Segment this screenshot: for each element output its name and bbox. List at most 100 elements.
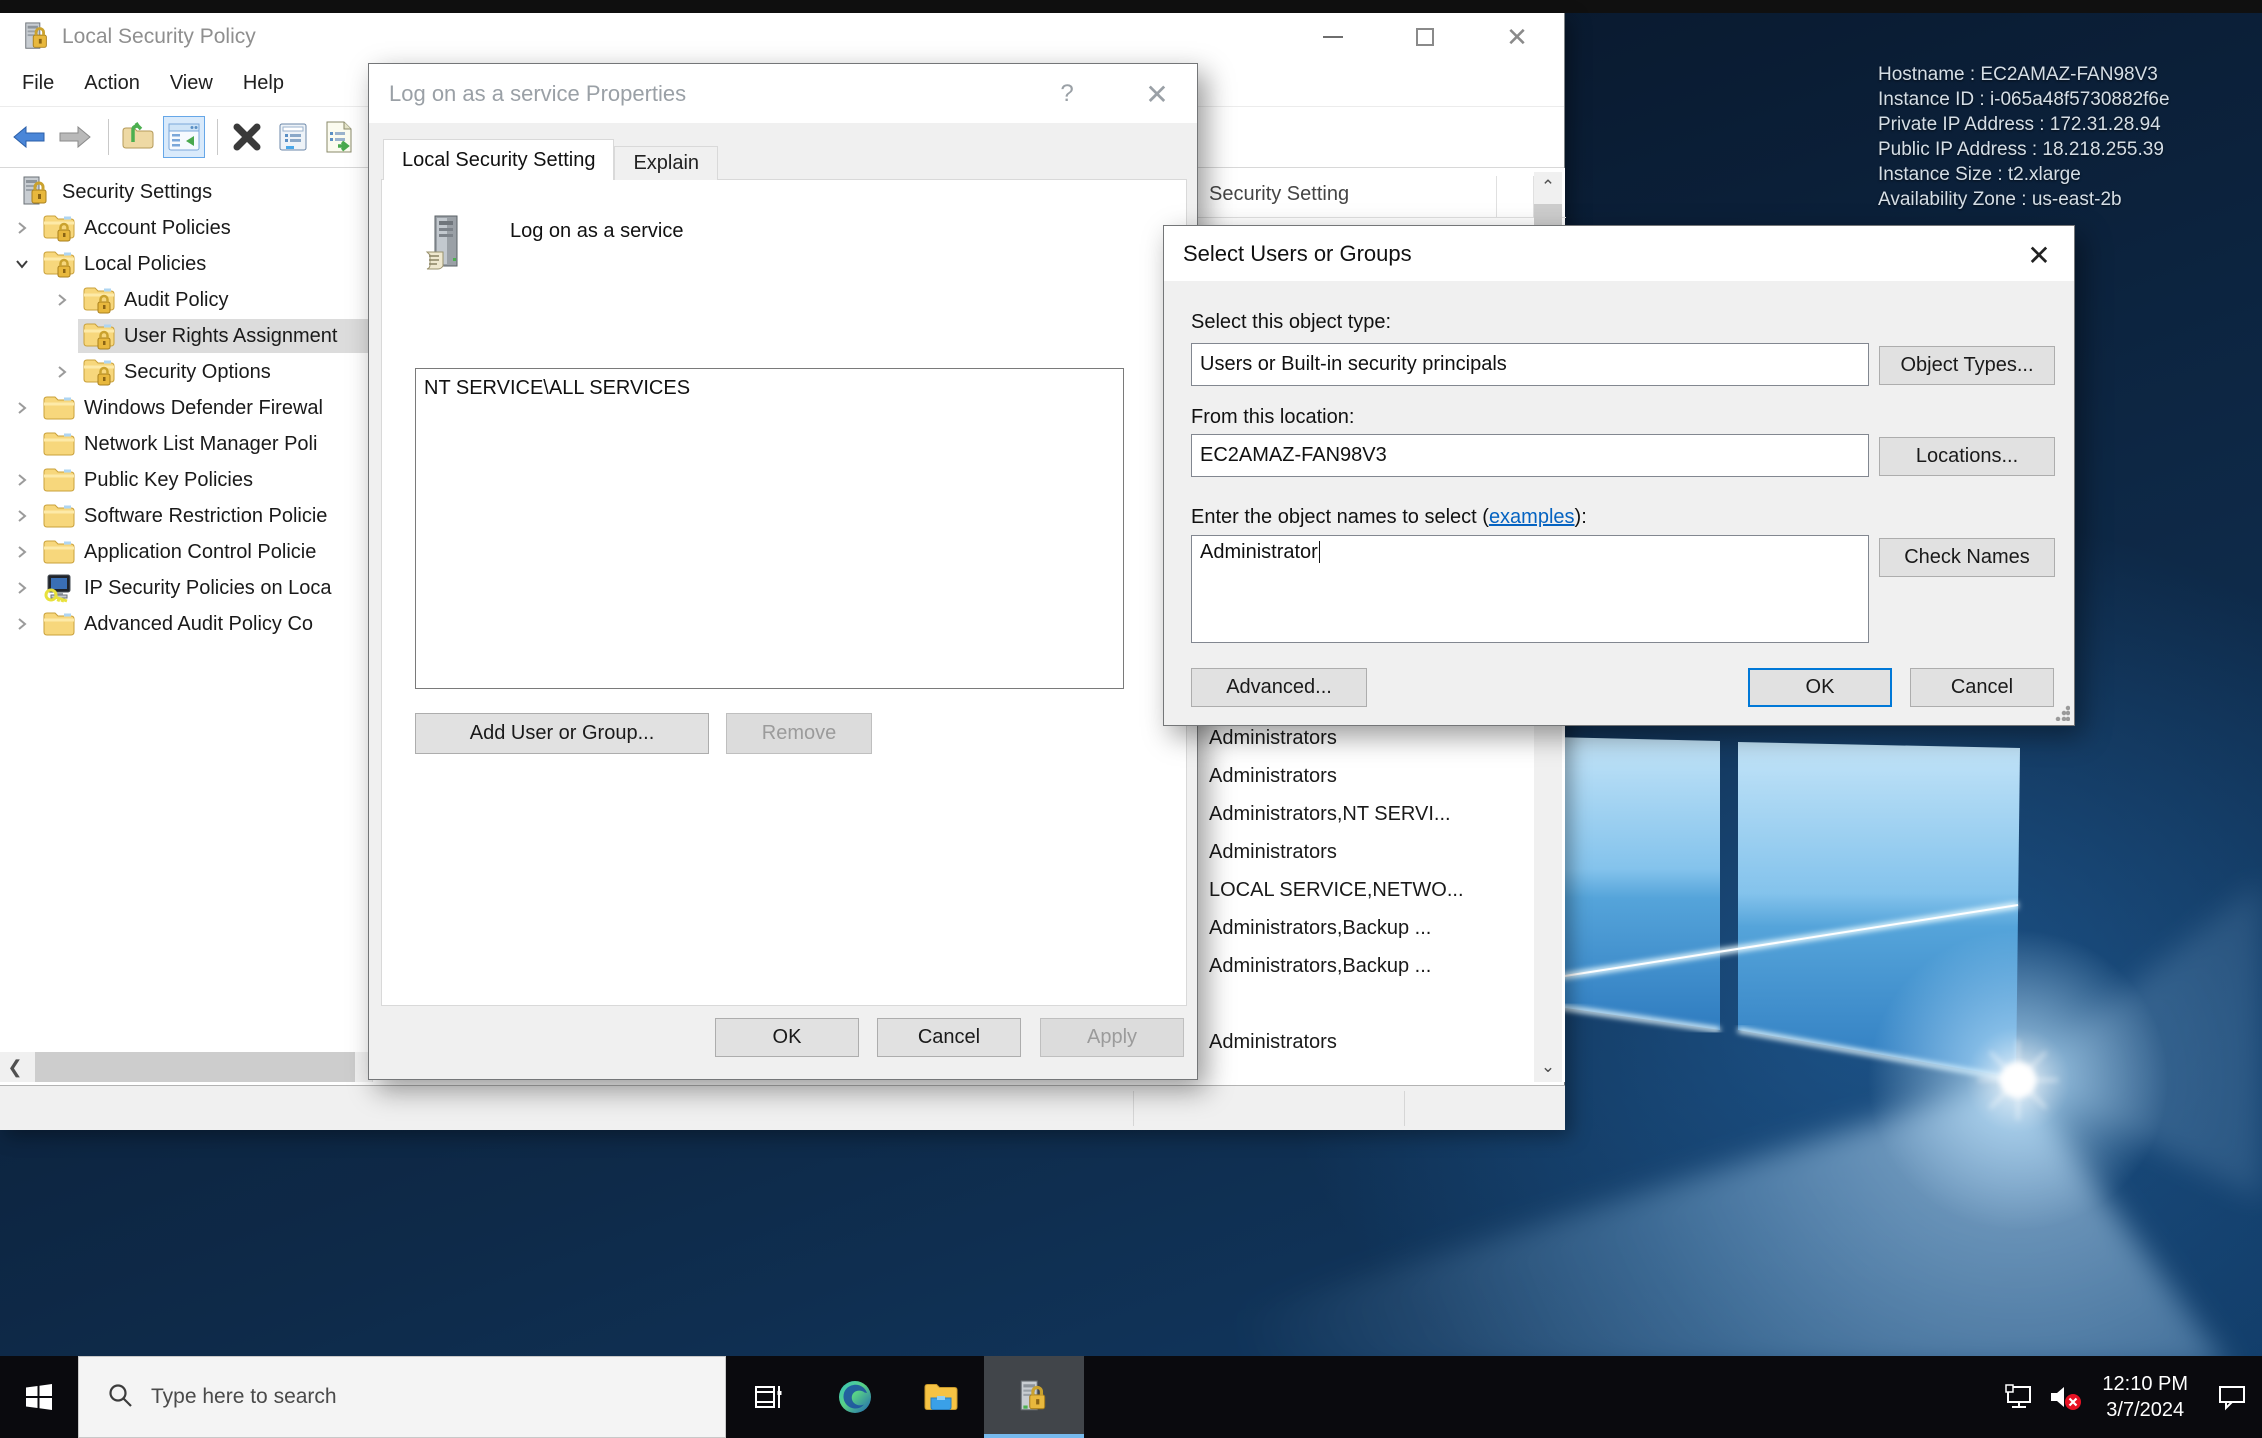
location-field[interactable]: EC2AMAZ-FAN98V3 (1191, 434, 1869, 477)
list-item[interactable]: LOCAL SERVICE,NETWO... (1209, 871, 1529, 909)
list-item[interactable] (1209, 985, 1529, 1023)
object-type-field[interactable]: Users or Built-in security principals (1191, 343, 1869, 386)
chevron-down-icon[interactable] (14, 256, 30, 272)
chevron-right-icon[interactable] (14, 544, 30, 560)
column-header-security-setting[interactable]: Security Setting (1209, 183, 1349, 206)
menu-help[interactable]: Help (243, 72, 284, 95)
taskbar: 12:10 PM3/7/2024 (0, 1356, 2262, 1438)
tree-item-security-settings[interactable]: Security Settings (0, 174, 372, 210)
policy-name-label: Log on as a service (510, 220, 683, 243)
tab-explain[interactable]: Explain (614, 146, 718, 180)
chevron-right-icon[interactable] (14, 580, 30, 596)
check-names-button[interactable]: Check Names (1879, 538, 2055, 577)
list-item[interactable]: Administrators,Backup ... (1209, 947, 1529, 985)
main-titlebar[interactable]: Local Security Policy ✕ (0, 13, 1564, 60)
select-ok-button[interactable]: OK (1748, 668, 1892, 707)
scroll-left-icon[interactable]: ❮ (0, 1052, 30, 1082)
menu-action[interactable]: Action (84, 72, 140, 95)
props-dialog-titlebar[interactable]: Log on as a service Properties ? ✕ (369, 64, 1197, 123)
menu-view[interactable]: View (170, 72, 213, 95)
back-arrow-icon[interactable] (8, 116, 50, 158)
listbox-item[interactable]: NT SERVICE\ALL SERVICES (416, 369, 1123, 400)
locations-button[interactable]: Locations... (1879, 437, 2055, 476)
chevron-right-icon[interactable] (54, 364, 70, 380)
edge-taskbar-button[interactable] (812, 1356, 898, 1438)
export-list-icon[interactable] (318, 116, 360, 158)
resize-grip[interactable] (2054, 705, 2070, 721)
tree-item-user-rights-assignment[interactable]: User Rights Assignment (0, 318, 372, 354)
props-apply-button[interactable]: Apply (1040, 1018, 1184, 1057)
maximize-button[interactable] (1392, 13, 1458, 60)
delete-x-icon[interactable] (226, 116, 268, 158)
scroll-up-icon[interactable]: ⌃ (1534, 172, 1562, 202)
export-folder-icon[interactable] (117, 116, 159, 158)
chevron-right-icon[interactable] (54, 292, 70, 308)
remove-button[interactable]: Remove (726, 713, 872, 754)
search-input[interactable] (151, 1385, 571, 1409)
clock-date: 3/7/2024 (2102, 1397, 2188, 1423)
tree-item-security-options[interactable]: Security Options (0, 354, 372, 390)
forward-arrow-icon[interactable] (54, 116, 96, 158)
scroll-down-icon[interactable]: ⌄ (1534, 1052, 1562, 1082)
list-item[interactable]: Administrators,NT SERVI... (1209, 795, 1529, 833)
window-title: Local Security Policy (62, 25, 256, 49)
tree-item-windows-defender-firewal[interactable]: Windows Defender Firewal (0, 390, 372, 426)
chevron-right-icon[interactable] (14, 508, 30, 524)
folder-lock-icon (82, 321, 116, 351)
scrollbar-thumb[interactable] (35, 1052, 355, 1082)
tree-item-account-policies[interactable]: Account Policies (0, 210, 372, 246)
props-cancel-button[interactable]: Cancel (877, 1018, 1021, 1057)
start-button[interactable] (0, 1356, 78, 1438)
tab-local-security-setting[interactable]: Local Security Setting (383, 139, 614, 180)
tree-item-network-list-manager-poli[interactable]: Network List Manager Poli (0, 426, 372, 462)
list-item[interactable]: Administrators (1209, 833, 1529, 871)
local-security-policy-taskbar-button[interactable] (984, 1356, 1084, 1438)
select-cancel-button[interactable]: Cancel (1910, 668, 2054, 707)
taskbar-clock[interactable]: 12:10 PM3/7/2024 (2088, 1371, 2202, 1423)
taskbar-search-box[interactable] (78, 1356, 726, 1438)
close-button[interactable]: ✕ (1484, 13, 1550, 60)
close-icon[interactable]: ✕ (2014, 236, 2064, 274)
task-view-button[interactable] (726, 1356, 812, 1438)
console-tree-toggle-icon[interactable] (163, 116, 205, 158)
object-names-input[interactable]: Administrator (1191, 535, 1869, 643)
list-item[interactable]: Administrators (1209, 757, 1529, 795)
help-icon[interactable]: ? (1049, 78, 1085, 110)
tree-item-ip-security-policies-on-loca[interactable]: IP Security Policies on Loca (0, 570, 372, 606)
properties-list-icon[interactable] (272, 116, 314, 158)
tree-item-label: Security Options (124, 361, 271, 384)
object-names-value: Administrator (1200, 541, 1318, 563)
object-types-button[interactable]: Object Types... (1879, 346, 2055, 385)
tree-item-application-control-policie[interactable]: Application Control Policie (0, 534, 372, 570)
close-icon[interactable]: ✕ (1135, 76, 1179, 112)
from-location-label: From this location: (1191, 406, 1354, 429)
chevron-right-icon[interactable] (14, 472, 30, 488)
minimize-button[interactable] (1300, 13, 1366, 60)
column-divider[interactable] (1496, 176, 1497, 218)
action-center-icon[interactable] (2202, 1383, 2262, 1411)
tree-item-local-policies[interactable]: Local Policies (0, 246, 372, 282)
tree-horizontal-scrollbar[interactable]: ❮ (0, 1052, 372, 1082)
folder-lock-icon (82, 357, 116, 387)
network-icon[interactable] (1996, 1383, 2042, 1411)
file-explorer-button[interactable] (898, 1356, 984, 1438)
chevron-right-icon[interactable] (14, 220, 30, 236)
chevron-right-icon[interactable] (14, 400, 30, 416)
tree-item-audit-policy[interactable]: Audit Policy (0, 282, 372, 318)
list-item[interactable]: Administrators,Backup ... (1209, 909, 1529, 947)
chevron-right-icon[interactable] (14, 616, 30, 632)
list-item[interactable]: Administrators (1209, 1023, 1529, 1061)
select-dialog-titlebar[interactable]: Select Users or Groups ✕ (1164, 226, 2074, 281)
tree-item-software-restriction-policie[interactable]: Software Restriction Policie (0, 498, 372, 534)
add-user-or-group-button[interactable]: Add User or Group... (415, 713, 709, 754)
tree-item-advanced-audit-policy-co[interactable]: Advanced Audit Policy Co (0, 606, 372, 642)
props-ok-button[interactable]: OK (715, 1018, 859, 1057)
assigned-principals-listbox[interactable]: NT SERVICE\ALL SERVICES (415, 368, 1124, 689)
tree-item-label: IP Security Policies on Loca (84, 577, 332, 600)
tree-item-label: Advanced Audit Policy Co (84, 613, 313, 636)
volume-muted-icon[interactable] (2042, 1382, 2088, 1412)
menu-file[interactable]: File (22, 72, 54, 95)
examples-link[interactable]: examples (1489, 506, 1575, 528)
advanced-button[interactable]: Advanced... (1191, 668, 1367, 707)
tree-item-public-key-policies[interactable]: Public Key Policies (0, 462, 372, 498)
